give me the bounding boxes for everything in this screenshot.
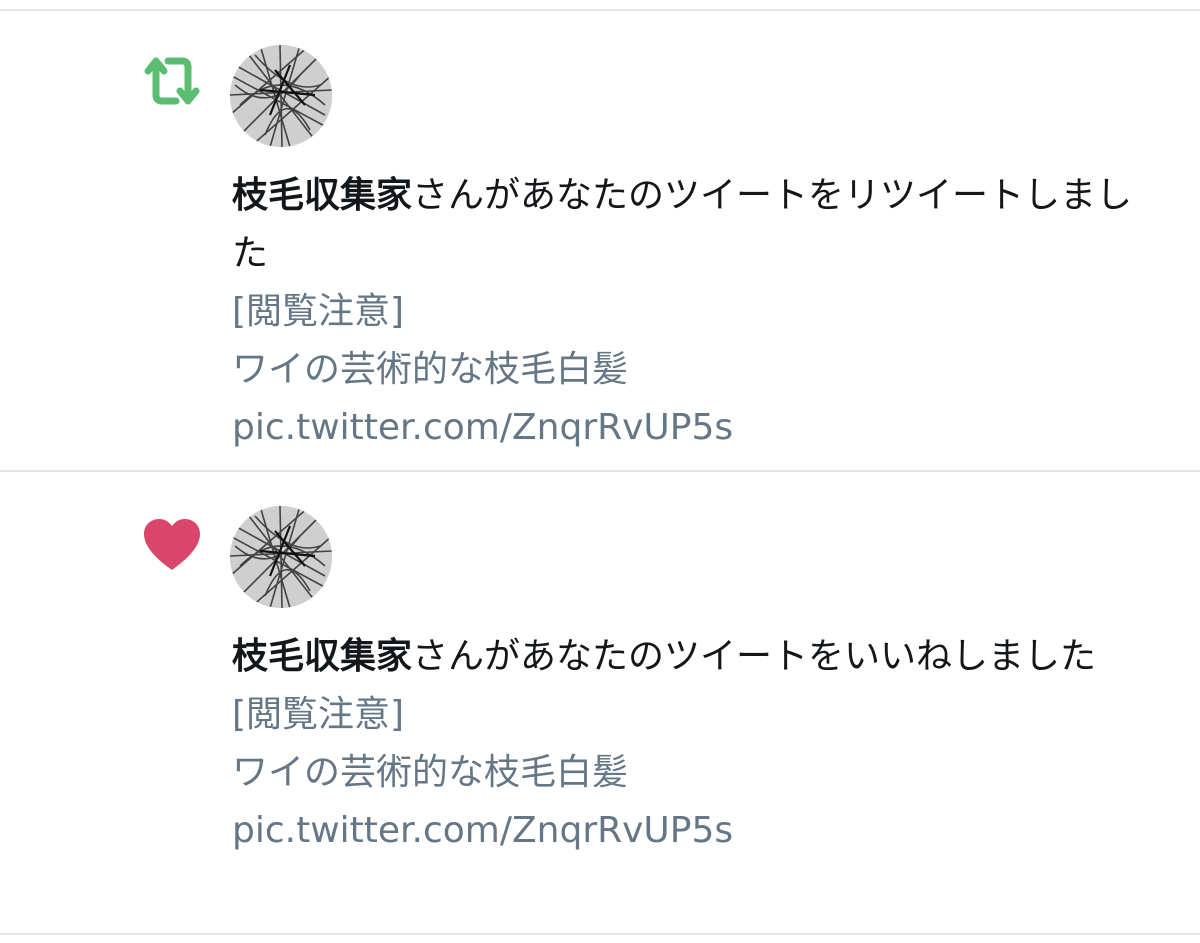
notification-like[interactable]: 枝毛収集家さんがあなたのツイートをいいねしました [閲覧注意] ワイの芸術的な枝…	[0, 472, 1200, 933]
user-name[interactable]: 枝毛収集家	[232, 175, 412, 216]
tweet-text[interactable]: [閲覧注意] ワイの芸術的な枝毛白髪 pic.twitter.com/ZnqrR…	[232, 283, 1137, 457]
headline: 枝毛収集家さんがあなたのツイートをリツイートしました	[232, 167, 1137, 283]
retweet-icon	[136, 51, 208, 111]
avatar[interactable]	[230, 506, 332, 608]
avatar[interactable]	[230, 45, 332, 147]
action-text: さんがあなたのツイートをいいねしました	[412, 636, 1097, 677]
heart-icon	[136, 514, 208, 574]
notification-retweet[interactable]: 枝毛収集家さんがあなたのツイートをリツイートしました [閲覧注意] ワイの芸術的…	[0, 11, 1200, 470]
tweet-text[interactable]: [閲覧注意] ワイの芸術的な枝毛白髪 pic.twitter.com/ZnqrR…	[232, 686, 1137, 860]
divider	[0, 933, 1200, 935]
headline: 枝毛収集家さんがあなたのツイートをいいねしました	[232, 628, 1137, 686]
user-name[interactable]: 枝毛収集家	[232, 636, 412, 677]
notification-text: 枝毛収集家さんがあなたのツイートをいいねしました [閲覧注意] ワイの芸術的な枝…	[232, 628, 1137, 860]
notification-text: 枝毛収集家さんがあなたのツイートをリツイートしました [閲覧注意] ワイの芸術的…	[232, 167, 1137, 457]
